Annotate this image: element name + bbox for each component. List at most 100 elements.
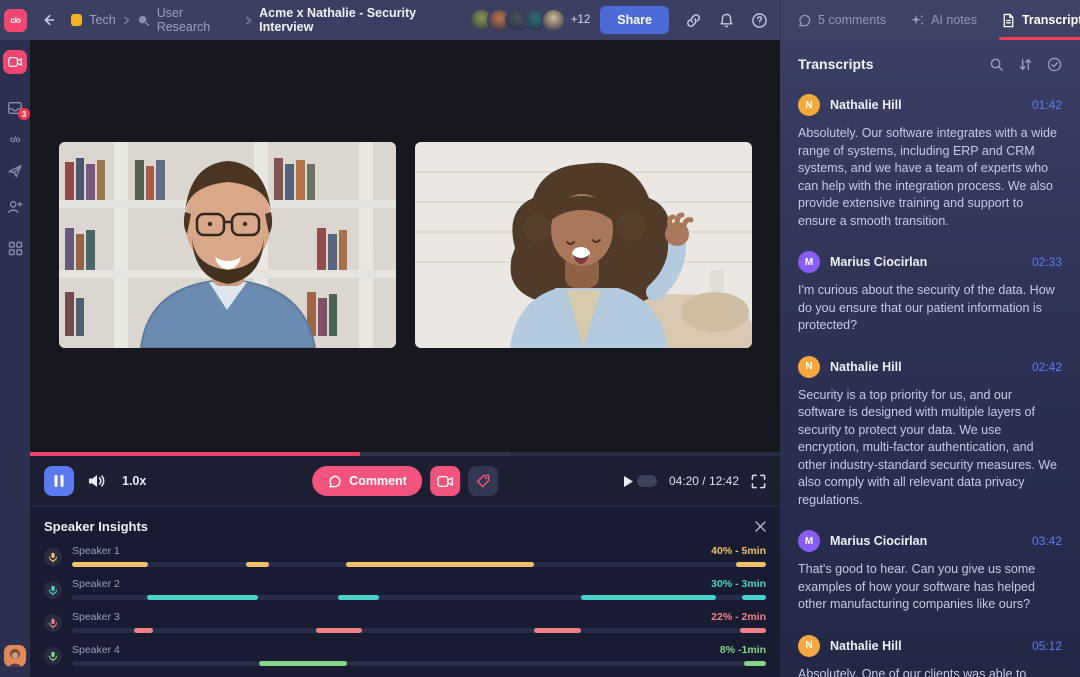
sidebar-item-sessions-active[interactable] (3, 50, 27, 74)
sidebar-item-apps-grid[interactable] (8, 241, 23, 256)
breadcrumb-project[interactable]: User Research (157, 6, 238, 34)
timestamp-link[interactable]: 02:42 (1032, 360, 1062, 374)
transcript-entry[interactable]: N Nathalie Hill 02:42 Security is a top … (780, 356, 1080, 510)
speaker-label: Speaker 1 (72, 545, 120, 557)
speaker-insights-title: Speaker Insights (44, 519, 148, 534)
tab-transcript[interactable]: Transcript (1001, 0, 1080, 40)
speech-segment[interactable] (259, 661, 347, 666)
microphone-icon (44, 548, 62, 566)
pause-button[interactable] (44, 466, 74, 496)
speaker-name: Marius Ciocirlan (830, 534, 927, 548)
tags-button[interactable] (468, 466, 498, 496)
user-avatar[interactable] (4, 645, 26, 667)
copy-link-icon[interactable] (685, 12, 702, 29)
video-stage[interactable] (30, 40, 780, 452)
speech-segment[interactable] (246, 562, 269, 567)
speaker-name: Nathalie Hill (830, 98, 902, 112)
sidebar-item-send[interactable] (7, 163, 23, 179)
transcript-text[interactable]: Security is a top priority for us, and o… (798, 387, 1062, 510)
speaker-name: Marius Ciocirlan (830, 255, 927, 269)
app-logo[interactable]: c/o (4, 9, 27, 32)
breadcrumb-workspace[interactable]: Tech (89, 13, 115, 27)
speaker-timeline[interactable] (72, 562, 766, 567)
skip-silence-toggle[interactable] (624, 475, 657, 487)
speech-segment[interactable] (581, 595, 716, 600)
speaker-timeline[interactable] (72, 661, 766, 666)
speaker-label: Speaker 2 (72, 578, 120, 590)
comment-button[interactable]: Comment (312, 466, 422, 496)
speech-segment[interactable] (346, 562, 534, 567)
sort-icon[interactable] (1018, 57, 1033, 72)
top-bar: c/o Tech User Research Acme x Nathalie -… (0, 0, 1080, 40)
transcript-text[interactable]: That's good to hear. Can you give us som… (798, 561, 1062, 614)
close-icon[interactable] (755, 521, 766, 532)
player-controls: 1.0x Comment 04:20 / 12:42 (30, 456, 780, 506)
tab-comments[interactable]: 5 comments (797, 0, 886, 40)
tab-comments-label: 5 comments (818, 13, 886, 27)
playback-time: 04:20 / 12:42 (669, 474, 739, 488)
fullscreen-icon[interactable] (751, 474, 766, 489)
speaker-avatar: N (798, 356, 820, 378)
speaker-stat: 8% -1min (720, 644, 766, 656)
speech-segment[interactable] (316, 628, 362, 633)
collaborator-avatars[interactable] (469, 8, 566, 33)
speech-segment[interactable] (744, 661, 766, 666)
workspace-color-swatch (71, 14, 83, 26)
video-tile-participant-1[interactable] (59, 142, 396, 348)
speaker-timeline[interactable] (72, 628, 766, 633)
speech-segment[interactable] (740, 628, 766, 633)
speech-segment[interactable] (147, 595, 258, 600)
video-tile-participant-2[interactable] (415, 142, 752, 348)
share-button[interactable]: Share (600, 6, 669, 34)
speaker-name: Nathalie Hill (830, 360, 902, 374)
transcript-text[interactable]: Absolutely. Our software integrates with… (798, 125, 1062, 230)
timestamp-link[interactable]: 01:42 (1032, 98, 1062, 112)
microphone-icon (44, 581, 62, 599)
speaker-label: Speaker 3 (72, 611, 120, 623)
transcript-text[interactable]: I'm curious about the security of the da… (798, 282, 1062, 335)
transcript-entry[interactable]: N Nathalie Hill 05:12 Absolutely. One of… (780, 635, 1080, 677)
transcript-entry[interactable]: M Marius Ciocirlan 03:42 That's good to … (780, 530, 1080, 614)
speaker-timeline[interactable] (72, 595, 766, 600)
speaker-row: Speaker 4 8% -1min (44, 644, 766, 666)
top-bar-left: c/o Tech User Research Acme x Nathalie -… (0, 0, 780, 40)
speaker-stat: 22% - 2min (711, 611, 766, 623)
search-icon[interactable] (989, 57, 1004, 72)
transcript-text[interactable]: Absolutely. One of our clients was able … (798, 666, 1062, 677)
chevron-right-icon (245, 16, 252, 25)
transcript-entry[interactable]: N Nathalie Hill 01:42 Absolutely. Our so… (780, 94, 1080, 230)
tab-ai-notes-label: AI notes (931, 13, 977, 27)
speech-segment[interactable] (736, 562, 766, 567)
timestamp-link[interactable]: 03:42 (1032, 534, 1062, 548)
volume-icon[interactable] (88, 473, 106, 489)
speech-segment[interactable] (742, 595, 766, 600)
notifications-bell-icon[interactable] (718, 12, 735, 29)
sidebar-item-inbox[interactable]: 3 (7, 100, 23, 116)
transcript-panel: Transcripts N Nathalie Hill 01:42 Absolu… (780, 40, 1080, 677)
help-icon[interactable] (751, 12, 768, 29)
avatar-overflow-count[interactable]: +12 (571, 14, 591, 26)
playback-speed[interactable]: 1.0x (122, 474, 146, 488)
avatar[interactable] (541, 8, 566, 33)
speaker-label: Speaker 4 (72, 644, 120, 656)
transcript-entry[interactable]: M Marius Ciocirlan 02:33 I'm curious abo… (780, 251, 1080, 335)
speech-segment[interactable] (534, 628, 581, 633)
check-circle-icon[interactable] (1047, 57, 1062, 72)
speech-segment[interactable] (338, 595, 380, 600)
timestamp-link[interactable]: 05:12 (1032, 639, 1062, 653)
speech-segment[interactable] (72, 562, 148, 567)
timestamp-link[interactable]: 02:33 (1032, 255, 1062, 269)
left-sidebar: 3 c/o (0, 40, 30, 677)
clip-camera-button[interactable] (430, 466, 460, 496)
speech-segment[interactable] (134, 628, 153, 633)
speaker-row: Speaker 1 40% - 5min (44, 545, 766, 567)
back-arrow-icon[interactable] (41, 12, 57, 28)
speaker-stat: 30% - 3min (711, 578, 766, 590)
speaker-avatar: N (798, 94, 820, 116)
speaker-avatar: M (798, 530, 820, 552)
tab-ai-notes[interactable]: AI notes (910, 0, 977, 40)
comment-button-label: Comment (349, 474, 407, 488)
transcripts-title: Transcripts (798, 56, 873, 72)
sidebar-item-logo-glyph[interactable]: c/o (10, 136, 20, 143)
sidebar-item-invite-user[interactable] (7, 199, 23, 215)
